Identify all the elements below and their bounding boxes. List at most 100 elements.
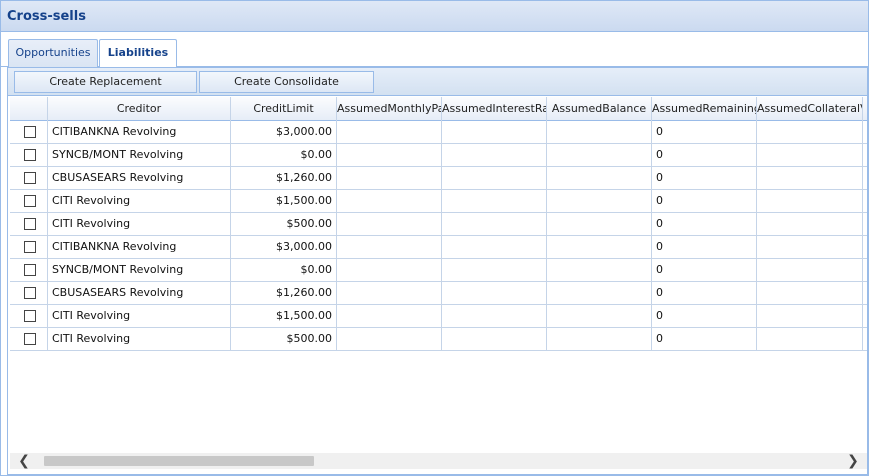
row-checkbox[interactable] — [24, 287, 36, 299]
remaining-term-cell: 0 — [652, 328, 757, 350]
column-header-assumed-remaining-term[interactable]: AssumedRemainingT — [652, 97, 757, 121]
table-row[interactable]: SYNCB/MONT Revolving $0.00 0 — [10, 144, 867, 167]
column-header-creditor[interactable]: Creditor — [48, 97, 231, 121]
credit-limit-cell: $1,260.00 — [231, 167, 337, 189]
collateral-value-cell — [757, 144, 863, 166]
credit-limit-cell: $1,500.00 — [231, 305, 337, 327]
row-checkbox[interactable] — [24, 126, 36, 138]
collateral-value-cell — [757, 259, 863, 281]
interest-rate-cell — [442, 144, 547, 166]
collateral-value-cell — [757, 236, 863, 258]
remaining-term-cell: 0 — [652, 213, 757, 235]
collateral-value-cell — [757, 190, 863, 212]
monthly-pay-cell — [337, 282, 442, 304]
monthly-pay-cell — [337, 190, 442, 212]
interest-rate-cell — [442, 305, 547, 327]
interest-rate-cell — [442, 259, 547, 281]
balance-cell — [547, 121, 652, 143]
tab-liabilities[interactable]: Liabilities — [99, 39, 177, 68]
collateral-value-cell — [757, 213, 863, 235]
row-checkbox[interactable] — [24, 333, 36, 345]
table-row[interactable]: CBUSASEARS Revolving $1,260.00 0 — [10, 167, 867, 190]
balance-cell — [547, 236, 652, 258]
balance-cell — [547, 259, 652, 281]
remaining-term-cell: 0 — [652, 190, 757, 212]
table-row[interactable]: CITIBANKNA Revolving $3,000.00 0 — [10, 121, 867, 144]
column-header-assumed-monthly-pay[interactable]: AssumedMonthlyPay — [337, 97, 442, 121]
creditor-cell: CBUSASEARS Revolving — [48, 167, 231, 189]
select-column-header[interactable] — [10, 97, 48, 121]
remaining-term-cell: 0 — [652, 167, 757, 189]
credit-limit-cell: $0.00 — [231, 144, 337, 166]
monthly-pay-cell — [337, 167, 442, 189]
creditor-cell: SYNCB/MONT Revolving — [48, 259, 231, 281]
liabilities-panel: Create Replacement Opportunity Create Co… — [7, 67, 868, 475]
column-header-assumed-balance[interactable]: AssumedBalance — [547, 97, 652, 121]
monthly-pay-cell — [337, 305, 442, 327]
column-header-assumed-collateral-value[interactable]: AssumedCollateralVal — [757, 97, 863, 121]
monthly-pay-cell — [337, 213, 442, 235]
creditor-cell: SYNCB/MONT Revolving — [48, 144, 231, 166]
creditor-cell: CITI Revolving — [48, 190, 231, 212]
table-row[interactable]: CITI Revolving $1,500.00 0 — [10, 190, 867, 213]
scroll-right-icon[interactable]: ❯ — [845, 453, 861, 469]
table-row[interactable]: CITI Revolving $500.00 0 — [10, 328, 867, 351]
collateral-value-cell — [757, 282, 863, 304]
table-row[interactable]: CITIBANKNA Revolving $3,000.00 0 — [10, 236, 867, 259]
table-row[interactable]: CBUSASEARS Revolving $1,260.00 0 — [10, 282, 867, 305]
tab-opportunities[interactable]: Opportunities — [8, 39, 98, 67]
row-checkbox[interactable] — [24, 218, 36, 230]
credit-limit-cell: $500.00 — [231, 328, 337, 350]
collateral-value-cell — [757, 328, 863, 350]
row-checkbox[interactable] — [24, 149, 36, 161]
monthly-pay-cell — [337, 144, 442, 166]
table-row[interactable]: CITI Revolving $500.00 0 — [10, 213, 867, 236]
balance-cell — [547, 282, 652, 304]
remaining-term-cell: 0 — [652, 144, 757, 166]
credit-limit-cell: $3,000.00 — [231, 236, 337, 258]
interest-rate-cell — [442, 213, 547, 235]
creditor-cell: CITI Revolving — [48, 328, 231, 350]
monthly-pay-cell — [337, 259, 442, 281]
balance-cell — [547, 305, 652, 327]
balance-cell — [547, 328, 652, 350]
row-checkbox[interactable] — [24, 172, 36, 184]
credit-limit-cell: $1,260.00 — [231, 282, 337, 304]
interest-rate-cell — [442, 167, 547, 189]
remaining-term-cell: 0 — [652, 282, 757, 304]
row-checkbox[interactable] — [24, 264, 36, 276]
row-checkbox[interactable] — [24, 241, 36, 253]
interest-rate-cell — [442, 282, 547, 304]
scroll-left-icon[interactable]: ❮ — [16, 453, 32, 469]
table-row[interactable]: CITI Revolving $1,500.00 0 — [10, 305, 867, 328]
grid-rows: CITIBANKNA Revolving $3,000.00 0 SYNCB/M… — [10, 121, 867, 351]
creditor-cell: CITIBANKNA Revolving — [48, 121, 231, 143]
credit-limit-cell: $3,000.00 — [231, 121, 337, 143]
remaining-term-cell: 0 — [652, 259, 757, 281]
monthly-pay-cell — [337, 328, 442, 350]
remaining-term-cell: 0 — [652, 305, 757, 327]
row-checkbox[interactable] — [24, 310, 36, 322]
credit-limit-cell: $0.00 — [231, 259, 337, 281]
collateral-value-cell — [757, 167, 863, 189]
cross-sells-window: Cross-sells Opportunities Liabilities Cr… — [0, 0, 869, 476]
column-header-extra — [863, 97, 867, 121]
creditor-cell: CITI Revolving — [48, 305, 231, 327]
scrollbar-thumb[interactable] — [44, 456, 314, 466]
column-header-assumed-interest-rate[interactable]: AssumedInterestRat — [442, 97, 547, 121]
column-header-credit-limit[interactable]: CreditLimit — [231, 97, 337, 121]
grid-header: Creditor CreditLimit AssumedMonthlyPay A… — [10, 97, 867, 121]
window-title: Cross-sells — [7, 9, 86, 24]
interest-rate-cell — [442, 121, 547, 143]
interest-rate-cell — [442, 328, 547, 350]
table-row[interactable]: SYNCB/MONT Revolving $0.00 0 — [10, 259, 867, 282]
horizontal-scrollbar[interactable]: ❮ ❯ — [10, 453, 867, 469]
create-consolidate-opportunity-button[interactable]: Create Consolidate Opportunity — [199, 71, 374, 108]
interest-rate-cell — [442, 190, 547, 212]
create-replacement-opportunity-button[interactable]: Create Replacement Opportunity — [14, 71, 197, 108]
row-checkbox[interactable] — [24, 195, 36, 207]
creditor-cell: CITIBANKNA Revolving — [48, 236, 231, 258]
collateral-value-cell — [757, 305, 863, 327]
creditor-cell: CBUSASEARS Revolving — [48, 282, 231, 304]
balance-cell — [547, 190, 652, 212]
